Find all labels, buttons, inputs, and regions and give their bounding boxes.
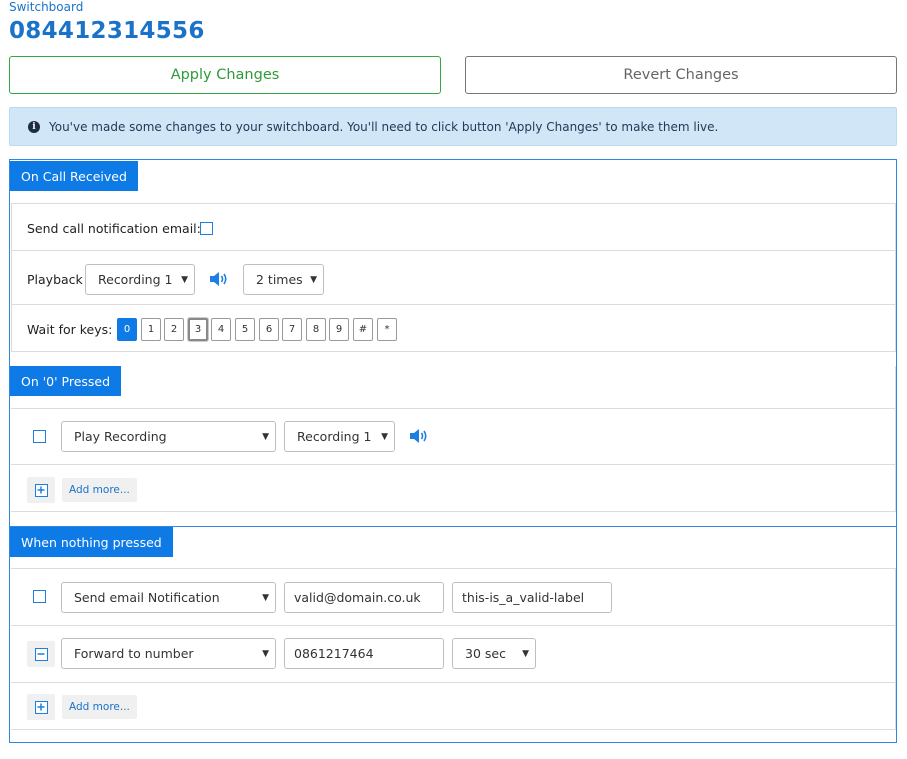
divider bbox=[11, 729, 895, 730]
divider bbox=[11, 464, 895, 465]
key-button[interactable]: 2 bbox=[164, 318, 184, 341]
changes-alert: i You've made some changes to your switc… bbox=[9, 107, 897, 146]
select-value: Recording 1 bbox=[98, 272, 173, 287]
key-button[interactable]: 4 bbox=[211, 318, 231, 341]
divider bbox=[11, 511, 895, 512]
speaker-icon[interactable] bbox=[209, 271, 229, 287]
action-select[interactable]: Send email Notification ▼ bbox=[61, 582, 276, 613]
add-action-button[interactable] bbox=[27, 694, 55, 720]
caret-down-icon: ▼ bbox=[310, 275, 317, 285]
caret-down-icon: ▼ bbox=[181, 275, 188, 285]
label-field[interactable]: this-is_a_valid-label bbox=[452, 582, 612, 613]
select-value: 2 times bbox=[256, 272, 303, 287]
section-tab-when-nothing-pressed: When nothing pressed bbox=[10, 527, 173, 557]
playback-label: Playback bbox=[27, 272, 83, 287]
select-value: 30 sec bbox=[465, 646, 506, 661]
caret-down-icon: ▼ bbox=[522, 649, 529, 659]
revert-changes-button[interactable]: Revert Changes bbox=[465, 56, 897, 94]
add-more-button[interactable]: Add more... bbox=[62, 478, 137, 502]
plus-icon bbox=[34, 700, 48, 714]
caret-down-icon: ▼ bbox=[262, 649, 269, 659]
action-select[interactable]: Play Recording ▼ bbox=[61, 421, 276, 452]
key-button[interactable]: 0 bbox=[117, 318, 137, 341]
divider bbox=[11, 625, 895, 626]
caret-down-icon: ▼ bbox=[262, 593, 269, 603]
breadcrumb[interactable]: Switchboard bbox=[9, 0, 83, 14]
add-action-button[interactable] bbox=[27, 477, 55, 503]
divider bbox=[11, 568, 895, 569]
forward-number-field[interactable]: 0861217464 bbox=[284, 638, 444, 669]
divider bbox=[11, 203, 895, 204]
caret-down-icon: ▼ bbox=[262, 432, 269, 442]
info-icon: i bbox=[28, 120, 40, 133]
key-button[interactable]: 7 bbox=[282, 318, 302, 341]
key-button[interactable]: 9 bbox=[329, 318, 349, 341]
divider bbox=[895, 568, 896, 730]
row-select-checkbox[interactable] bbox=[33, 430, 46, 443]
page-title: 084412314556 bbox=[9, 18, 205, 44]
section-tab-on-call-received: On Call Received bbox=[10, 161, 138, 191]
divider bbox=[11, 250, 895, 251]
remove-action-button[interactable] bbox=[27, 641, 55, 667]
divider bbox=[11, 351, 895, 352]
playback-recording-select[interactable]: Recording 1 ▼ bbox=[85, 264, 195, 295]
minus-icon bbox=[34, 647, 48, 661]
speaker-icon[interactable] bbox=[409, 428, 429, 444]
row-select-checkbox[interactable] bbox=[33, 590, 46, 603]
wait-keys-label: Wait for keys: bbox=[27, 322, 113, 337]
divider bbox=[11, 682, 895, 683]
email-field[interactable]: valid@domain.co.uk bbox=[284, 582, 444, 613]
select-value: Play Recording bbox=[74, 429, 167, 444]
action-select[interactable]: Forward to number ▼ bbox=[61, 638, 276, 669]
notify-email-checkbox[interactable] bbox=[200, 222, 213, 235]
key-button[interactable]: 8 bbox=[306, 318, 326, 341]
divider bbox=[895, 366, 896, 512]
divider bbox=[895, 203, 896, 352]
apply-changes-button[interactable]: Apply Changes bbox=[9, 56, 441, 94]
select-value: Forward to number bbox=[74, 646, 194, 661]
alert-text: You've made some changes to your switchb… bbox=[49, 119, 719, 134]
select-value: Recording 1 bbox=[297, 429, 372, 444]
key-button[interactable]: 1 bbox=[141, 318, 161, 341]
recording-select[interactable]: Recording 1 ▼ bbox=[284, 421, 395, 452]
key-button[interactable]: # bbox=[353, 318, 373, 341]
divider bbox=[11, 203, 12, 352]
select-value: Send email Notification bbox=[74, 590, 220, 605]
key-button[interactable]: 6 bbox=[259, 318, 279, 341]
key-button[interactable]: 5 bbox=[235, 318, 255, 341]
divider bbox=[11, 408, 895, 409]
playback-times-select[interactable]: 2 times ▼ bbox=[243, 264, 324, 295]
add-more-button[interactable]: Add more... bbox=[62, 695, 137, 719]
timeout-select[interactable]: 30 sec ▼ bbox=[452, 638, 536, 669]
divider bbox=[11, 304, 895, 305]
section-tab-on-0-pressed: On '0' Pressed bbox=[10, 366, 122, 396]
notify-email-label: Send call notification email: bbox=[27, 221, 201, 236]
plus-icon bbox=[34, 483, 48, 497]
key-button[interactable]: 3 bbox=[188, 318, 208, 341]
caret-down-icon: ▼ bbox=[381, 432, 388, 442]
key-button[interactable]: * bbox=[377, 318, 397, 341]
